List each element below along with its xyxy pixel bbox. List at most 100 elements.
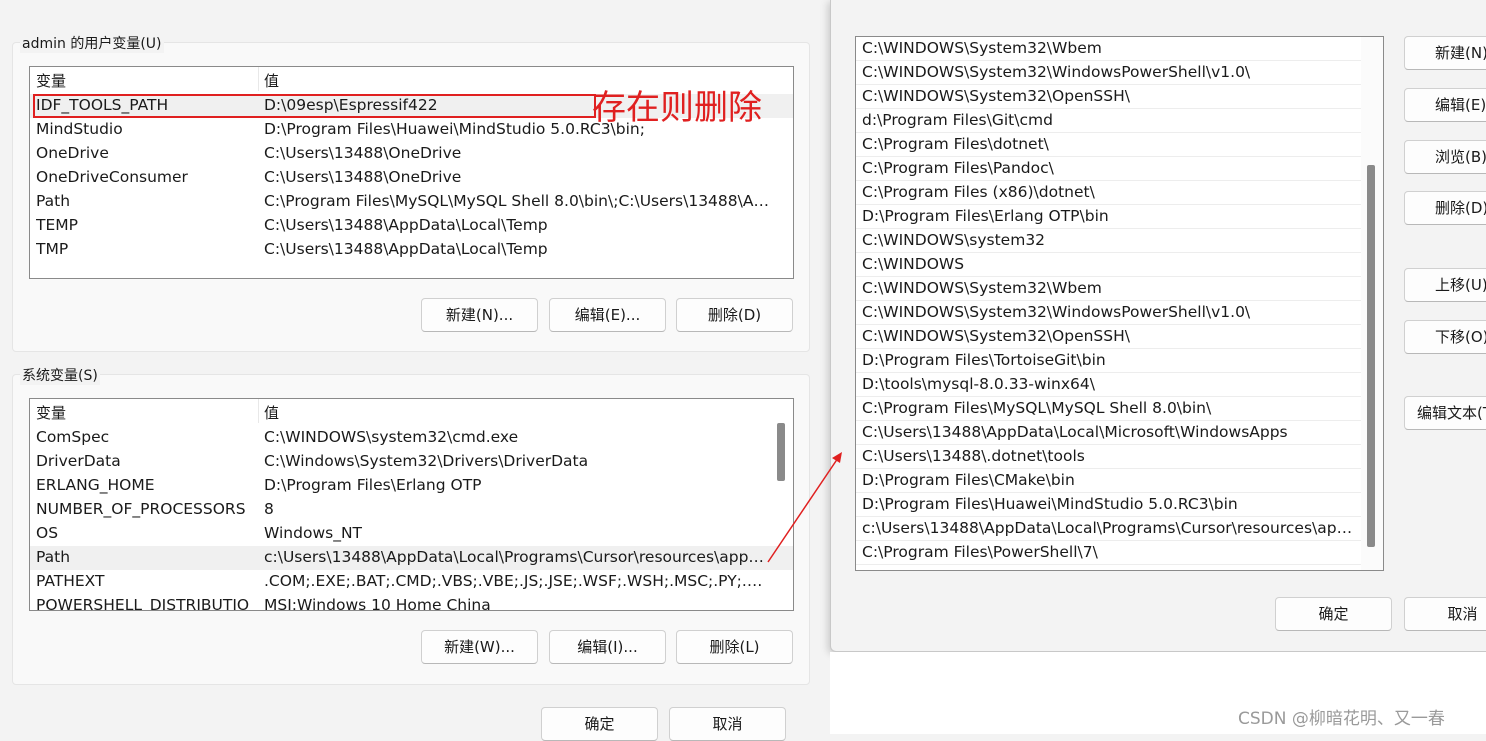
table-row[interactable]: Path c:\Users\13488\AppData\Local\Program… bbox=[30, 546, 793, 570]
path-entry[interactable]: C:\WINDOWS\system32 bbox=[856, 229, 1361, 253]
user-edit-button[interactable]: 编辑(E)... bbox=[549, 298, 666, 332]
cancel-button[interactable]: 取消 bbox=[669, 707, 786, 741]
path-entry[interactable]: D:\Program Files\CMake\bin bbox=[856, 469, 1361, 493]
system-edit-button[interactable]: 编辑(I)... bbox=[549, 630, 666, 664]
path-entry[interactable]: D:\tools\mysql-8.0.33-winx64\ bbox=[856, 373, 1361, 397]
variable-name: OneDrive bbox=[36, 144, 109, 162]
edit-path-dialog: C:\WINDOWS\System32\Wbem C:\WINDOWS\Syste… bbox=[830, 0, 1486, 652]
table-row[interactable]: POWERSHELL_DISTRIBUTIO MSI:Windows 10 Hom… bbox=[30, 594, 793, 611]
path-entry[interactable]: C:\Program Files\dotnet\ bbox=[856, 133, 1361, 157]
path-entry-text: c:\Users\13488\AppData\Local\Programs\Cu… bbox=[862, 519, 1357, 537]
path-entry[interactable]: C:\Program Files\MySQL\MySQL Shell 8.0\b… bbox=[856, 397, 1361, 421]
watermark: CSDN @柳暗花明、又一春 bbox=[1238, 709, 1445, 729]
path-entry-text: D:\Program Files\CMake\bin bbox=[862, 471, 1075, 489]
path-entry[interactable]: C:\Program Files\Pandoc\ bbox=[856, 157, 1361, 181]
column-header-variable[interactable]: 变量 bbox=[36, 402, 66, 423]
table-row[interactable]: OneDrive C:\Users\13488\OneDrive bbox=[30, 142, 793, 166]
path-cancel-button[interactable]: 取消 bbox=[1404, 597, 1486, 631]
path-entry-text: C:\Program Files\dotnet\ bbox=[862, 135, 1049, 153]
variable-name: Path bbox=[36, 548, 71, 566]
annotation-text: 存在则删除 bbox=[592, 88, 762, 128]
path-entry[interactable]: D:\Program Files\Huawei\MindStudio 5.0.R… bbox=[856, 493, 1361, 517]
variable-value: C:\Program Files\MySQL\MySQL Shell 8.0\b… bbox=[264, 192, 769, 210]
path-entry-text: C:\Users\13488\.dotnet\tools bbox=[862, 447, 1085, 465]
table-row[interactable]: TEMP C:\Users\13488\AppData\Local\Temp bbox=[30, 214, 793, 238]
path-entry-text: C:\WINDOWS\System32\Wbem bbox=[862, 279, 1102, 297]
path-entry[interactable]: C:\WINDOWS\System32\Wbem bbox=[856, 37, 1361, 61]
path-edit-button[interactable]: 编辑(E) bbox=[1404, 88, 1486, 122]
path-entry[interactable]: C:\WINDOWS\System32\WindowsPowerShell\v1… bbox=[856, 301, 1361, 325]
path-entry-text: C:\WINDOWS\system32 bbox=[862, 231, 1046, 249]
variable-name: ComSpec bbox=[36, 428, 110, 446]
variable-name: MindStudio bbox=[36, 120, 123, 138]
table-row[interactable]: Path C:\Program Files\MySQL\MySQL Shell 8… bbox=[30, 190, 793, 214]
path-entry[interactable]: D:\Program Files\Erlang OTP\bin bbox=[856, 205, 1361, 229]
user-new-button[interactable]: 新建(N)... bbox=[421, 298, 538, 332]
table-row[interactable]: DriverData C:\Windows\System32\Drivers\Dr… bbox=[30, 450, 793, 474]
variable-value: .COM;.EXE;.BAT;.CMD;.VBS;.VBE;.JS;.JSE;.… bbox=[264, 572, 769, 590]
ok-button[interactable]: 确定 bbox=[541, 707, 658, 741]
path-entry[interactable]: C:\Program Files (x86)\dotnet\ bbox=[856, 181, 1361, 205]
path-browse-button[interactable]: 浏览(B)... bbox=[1404, 140, 1486, 174]
variable-value: C:\Users\13488\OneDrive bbox=[264, 168, 462, 186]
path-entry-text: C:\Program Files\MySQL\MySQL Shell 8.0\b… bbox=[862, 399, 1212, 417]
variable-value: C:\Users\13488\AppData\Local\Temp bbox=[264, 240, 548, 258]
system-variables-list[interactable]: 变量 值 ComSpec C:\WINDOWS\system32\cmd.exe D… bbox=[29, 398, 794, 611]
variable-value: C:\Users\13488\AppData\Local\Temp bbox=[264, 216, 548, 234]
variable-value: D:\Program Files\Erlang OTP bbox=[264, 476, 482, 494]
path-entry[interactable]: C:\WINDOWS\System32\OpenSSH\ bbox=[856, 85, 1361, 109]
column-header-value[interactable]: 值 bbox=[264, 402, 279, 423]
highlight-box bbox=[33, 94, 596, 118]
column-header-value[interactable]: 值 bbox=[264, 70, 279, 91]
table-row[interactable]: OneDriveConsumer C:\Users\13488\OneDrive bbox=[30, 166, 793, 190]
path-ok-button[interactable]: 确定 bbox=[1275, 597, 1392, 631]
table-row[interactable]: NUMBER_OF_PROCESSORS 8 bbox=[30, 498, 793, 522]
table-row[interactable]: ComSpec C:\WINDOWS\system32\cmd.exe bbox=[30, 426, 793, 450]
column-header-variable[interactable]: 变量 bbox=[36, 70, 66, 91]
path-entry[interactable]: C:\Users\13488\.dotnet\tools bbox=[856, 445, 1361, 469]
variable-name: POWERSHELL_DISTRIBUTIO bbox=[36, 596, 250, 611]
table-row[interactable]: ERLANG_HOME D:\Program Files\Erlang OTP bbox=[30, 474, 793, 498]
system-new-button[interactable]: 新建(W)... bbox=[421, 630, 538, 664]
path-entry-text: C:\Users\13488\AppData\Local\Microsoft\W… bbox=[862, 423, 1288, 441]
variable-value: c:\Users\13488\AppData\Local\Programs\Cu… bbox=[264, 548, 769, 566]
variable-value: 8 bbox=[264, 500, 274, 518]
variable-name: NUMBER_OF_PROCESSORS bbox=[36, 500, 246, 518]
variable-name: DriverData bbox=[36, 452, 121, 470]
path-new-button[interactable]: 新建(N) bbox=[1404, 36, 1486, 70]
scrollbar-thumb[interactable] bbox=[1367, 165, 1375, 547]
path-entry-text: C:\WINDOWS\System32\WindowsPowerShell\v1… bbox=[862, 63, 1251, 81]
table-row[interactable]: OS Windows_NT bbox=[30, 522, 793, 546]
path-move-down-button[interactable]: 下移(O) bbox=[1404, 320, 1486, 354]
path-entry-text: C:\Program Files\Pandoc\ bbox=[862, 159, 1054, 177]
path-entry[interactable]: D:\Program Files\TortoiseGit\bin bbox=[856, 349, 1361, 373]
variable-name: Path bbox=[36, 192, 71, 210]
path-entry[interactable]: C:\Users\13488\AppData\Local\Microsoft\W… bbox=[856, 421, 1361, 445]
path-entry[interactable]: C:\WINDOWS\System32\OpenSSH\ bbox=[856, 325, 1361, 349]
path-entry-text: D:\tools\mysql-8.0.33-winx64\ bbox=[862, 375, 1095, 393]
path-entry[interactable]: d:\Program Files\Git\cmd bbox=[856, 109, 1361, 133]
scrollbar-thumb[interactable] bbox=[777, 423, 785, 481]
table-row[interactable]: TMP C:\Users\13488\AppData\Local\Temp bbox=[30, 238, 793, 262]
path-entry[interactable]: C:\WINDOWS bbox=[856, 253, 1361, 277]
path-entry-text: D:\Program Files\Huawei\MindStudio 5.0.R… bbox=[862, 495, 1238, 513]
path-entry[interactable]: C:\Program Files\PowerShell\7\ bbox=[856, 541, 1361, 565]
user-variables-title: admin 的用户变量(U) bbox=[20, 33, 164, 53]
path-entry[interactable]: c:\Users\13488\AppData\Local\Programs\Cu… bbox=[856, 517, 1361, 541]
user-delete-button[interactable]: 删除(D) bbox=[676, 298, 793, 332]
variable-value: C:\WINDOWS\system32\cmd.exe bbox=[264, 428, 519, 446]
table-row[interactable]: PATHEXT .COM;.EXE;.BAT;.CMD;.VBS;.VBE;.JS… bbox=[30, 570, 793, 594]
path-entry-text: C:\WINDOWS\System32\OpenSSH\ bbox=[862, 87, 1130, 105]
path-entry[interactable]: C:\WINDOWS\System32\Wbem bbox=[856, 277, 1361, 301]
variable-name: TMP bbox=[36, 240, 69, 258]
path-move-up-button[interactable]: 上移(U) bbox=[1404, 268, 1486, 302]
system-delete-button[interactable]: 删除(L) bbox=[676, 630, 793, 664]
path-delete-button[interactable]: 删除(D) bbox=[1404, 191, 1486, 225]
path-entries-list[interactable]: C:\WINDOWS\System32\Wbem C:\WINDOWS\Syste… bbox=[855, 36, 1384, 571]
path-entry-text: D:\Program Files\Erlang OTP\bin bbox=[862, 207, 1109, 225]
path-entry[interactable]: C:\WINDOWS\System32\WindowsPowerShell\v1… bbox=[856, 61, 1361, 85]
variable-name: PATHEXT bbox=[36, 572, 105, 590]
variable-name: OneDriveConsumer bbox=[36, 168, 188, 186]
path-entry-text: d:\Program Files\Git\cmd bbox=[862, 111, 1053, 129]
path-edit-text-button[interactable]: 编辑文本(T)... bbox=[1404, 396, 1486, 430]
